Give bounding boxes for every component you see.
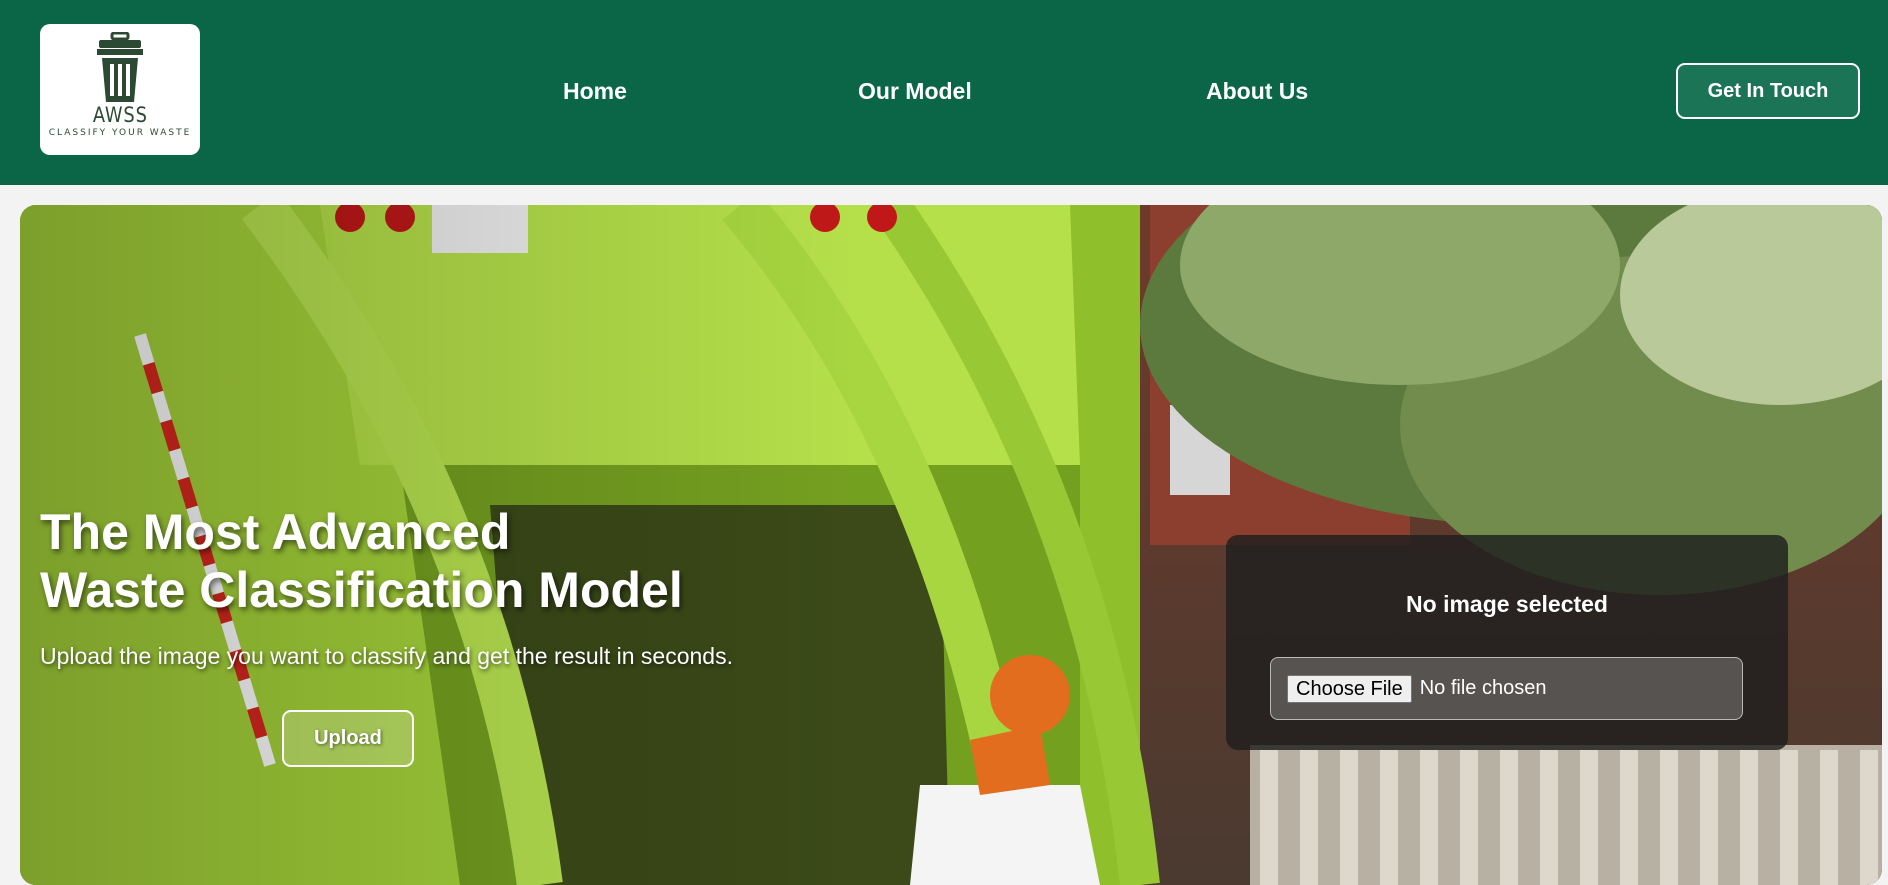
get-in-touch-button[interactable]: Get In Touch (1676, 63, 1860, 119)
hero-title-line-1: The Most Advanced (40, 504, 511, 560)
hero-title-line-2: Waste Classification Model (40, 562, 683, 618)
trash-can-icon (97, 32, 143, 102)
logo[interactable]: AWSS CLASSIFY YOUR WASTE (40, 24, 200, 155)
hero-title: The Most Advanced Waste Classification M… (40, 503, 683, 619)
brand-name: AWSS (92, 103, 148, 127)
file-input[interactable]: Choose File No file chosen (1270, 657, 1743, 720)
image-status: No image selected (1406, 591, 1608, 617)
brand-tagline: CLASSIFY YOUR WASTE (48, 128, 192, 138)
nav-about-us[interactable]: About Us (1206, 78, 1308, 105)
nav-our-model[interactable]: Our Model (858, 78, 972, 105)
hero-subtitle: Upload the image you want to classify an… (40, 643, 733, 669)
upload-button[interactable]: Upload (282, 710, 414, 767)
file-status: No file chosen (1419, 677, 1547, 699)
navbar: AWSS CLASSIFY YOUR WASTE Home Our Model … (0, 0, 1888, 185)
hero-section: The Most Advanced Waste Classification M… (20, 205, 1882, 885)
choose-file-button[interactable]: Choose File (1287, 674, 1412, 703)
nav-home[interactable]: Home (563, 78, 627, 105)
upload-panel: No image selected Choose File No file ch… (1226, 535, 1788, 750)
